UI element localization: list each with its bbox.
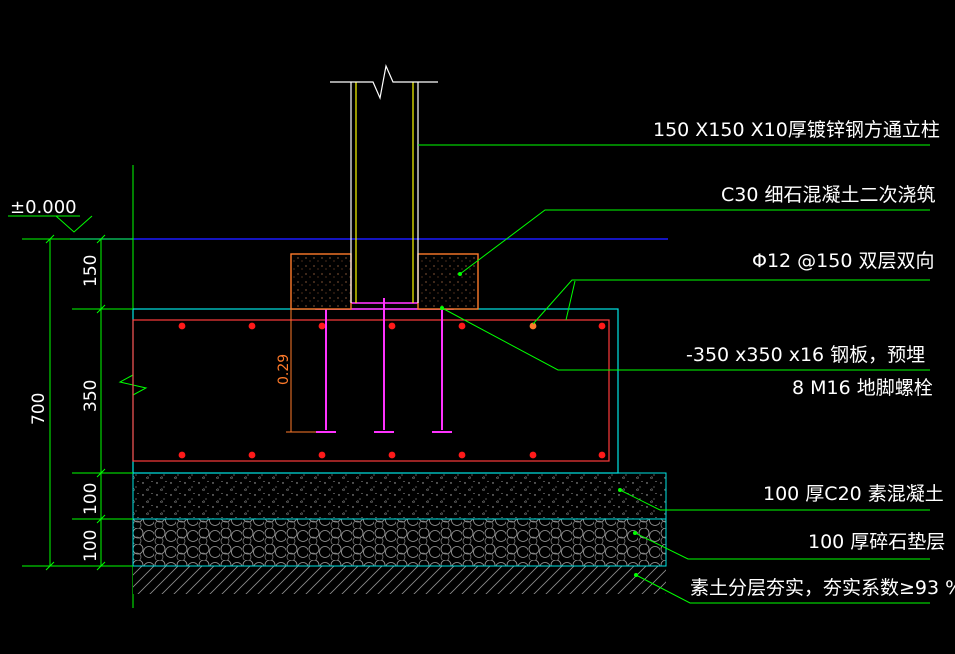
level-marker: ±0.000 [8,197,93,233]
label-grout: C30 细石混凝土二次浇筑 [721,184,935,206]
rebar-bottom-row [178,451,606,459]
dimension-total: 700 [29,393,49,425]
label-soil: 素土分层夯实，夯实系数≥93 % [690,577,955,599]
rebar-top-row [178,322,606,330]
compacted-soil-layer [133,566,666,594]
label-gravel-bed: 100 厚碎石垫层 [808,531,945,553]
label-plate-line1: -350 x350 x16 钢板，预埋 [686,344,925,366]
footing-outline [132,308,619,474]
grout-block-left [290,253,352,310]
dimension-footing: 350 [81,380,101,412]
level-marker-label: ±0.000 [10,197,77,218]
foundation-section-drawing: 0.29 ±0.000 700 150 350 100 100 150 X150… [8,63,955,608]
label-plate-line2: 8 M16 地脚螺栓 [792,377,933,399]
anchor-depth-dimension: 0.29 [276,309,320,433]
label-rebar: Φ12 @150 双层双向 [752,250,934,272]
label-concrete-bed: 100 厚C20 素混凝土 [763,483,944,505]
anchor-bolts [316,298,452,433]
cad-drawing-canvas: 0.29 ±0.000 700 150 350 100 100 150 X150… [0,0,955,649]
label-column: 150 X150 X10厚镀锌钢方通立柱 [653,119,940,141]
dimension-gravel-bed: 100 [81,530,101,562]
grout-block-right [417,253,479,310]
inner-dimension-label: 0.29 [276,354,292,385]
dimension-grout: 150 [81,255,101,287]
dimension-concrete-bed: 100 [81,483,101,515]
footing-rebar-cage [132,319,610,462]
gravel-bed [132,518,667,567]
concrete-bed [132,472,667,520]
